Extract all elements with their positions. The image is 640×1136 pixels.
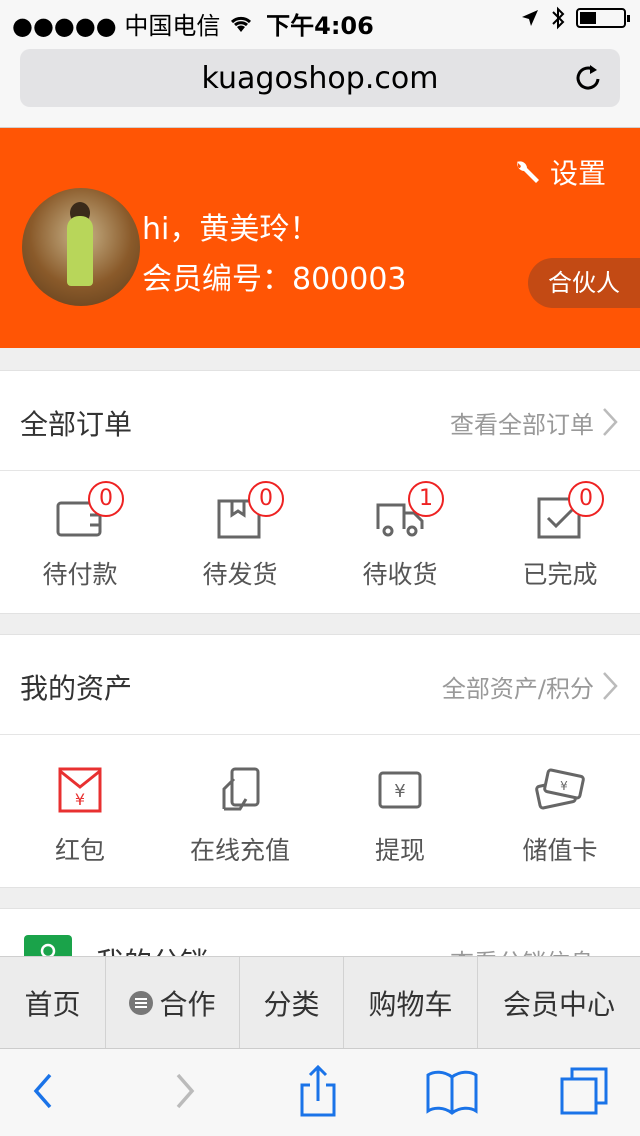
orders-section: 全部订单 查看全部订单 0 待付款 0 待发货 1 待收货 0 已完成 bbox=[0, 370, 640, 614]
tab-member-center[interactable]: 会员中心 bbox=[478, 957, 640, 1049]
orders-header[interactable]: 全部订单 查看全部订单 bbox=[0, 371, 640, 471]
tab-home[interactable]: 首页 bbox=[0, 957, 106, 1049]
orders-title: 全部订单 bbox=[20, 408, 133, 441]
share-icon[interactable] bbox=[288, 1061, 348, 1121]
red-envelope-icon: ¥ bbox=[58, 767, 102, 813]
site-tab-bar: 首页 合作 分类 购物车 会员中心 bbox=[0, 956, 640, 1049]
assets-section: 我的资产 全部资产/积分 ¥ 红包 在线充值 ¥ 提现 ¥ 储值卡 bbox=[0, 634, 640, 888]
order-status-label: 待发货 bbox=[202, 560, 278, 589]
chevron-right-icon bbox=[603, 408, 618, 436]
greeting: hi，黄美玲！ bbox=[142, 212, 320, 247]
member-number: 会员编号：800003 bbox=[142, 262, 407, 297]
order-completed[interactable]: 0 已完成 bbox=[480, 471, 640, 611]
bluetooth-icon bbox=[552, 6, 565, 30]
assets-header[interactable]: 我的资产 全部资产/积分 bbox=[0, 635, 640, 735]
asset-online-recharge[interactable]: 在线充值 bbox=[160, 735, 320, 887]
order-status-label: 待收货 bbox=[362, 560, 438, 589]
svg-text:¥: ¥ bbox=[75, 790, 85, 809]
address-bar[interactable]: kuagoshop.com bbox=[20, 49, 620, 107]
recharge-card-icon bbox=[222, 767, 260, 811]
chevron-right-icon bbox=[603, 672, 618, 700]
tab-cooperation[interactable]: 合作 bbox=[106, 957, 240, 1049]
status-bar: ●●●●● 中国电信 下午4:06 bbox=[0, 0, 640, 40]
order-count-badge: 0 bbox=[568, 481, 604, 517]
order-pending-shipment[interactable]: 0 待发货 bbox=[160, 471, 320, 611]
tab-label: 购物车 bbox=[368, 988, 453, 1021]
partner-badge[interactable]: 合伙人 bbox=[528, 258, 640, 308]
forward-icon[interactable] bbox=[156, 1061, 216, 1121]
stored-value-card-icon: ¥ bbox=[535, 768, 585, 810]
order-status-label: 待付款 bbox=[42, 560, 118, 589]
tabs-icon[interactable] bbox=[556, 1061, 616, 1121]
order-count-badge: 0 bbox=[248, 481, 284, 517]
status-icons bbox=[520, 6, 630, 30]
assets-title: 我的资产 bbox=[20, 672, 133, 705]
order-count-badge: 0 bbox=[88, 481, 124, 517]
url-text[interactable]: kuagoshop.com bbox=[20, 61, 620, 96]
tab-label: 合作 bbox=[159, 988, 216, 1021]
asset-label: 在线充值 bbox=[189, 836, 290, 865]
order-count-badge: 1 bbox=[408, 481, 444, 517]
location-arrow-icon bbox=[522, 10, 538, 26]
order-status-label: 已完成 bbox=[522, 560, 598, 589]
settings-label[interactable]: 设置 bbox=[550, 152, 606, 192]
tab-label: 分类 bbox=[263, 988, 320, 1021]
asset-stored-value-card[interactable]: ¥ 储值卡 bbox=[480, 735, 640, 887]
browser-toolbar bbox=[0, 1048, 640, 1136]
reload-icon[interactable] bbox=[574, 62, 604, 94]
settings-link[interactable]: 设置 bbox=[512, 152, 606, 192]
bookmarks-icon[interactable] bbox=[422, 1061, 482, 1121]
list-icon bbox=[129, 991, 154, 1015]
asset-label: 储值卡 bbox=[522, 836, 598, 865]
avatar[interactable] bbox=[22, 188, 140, 306]
back-icon[interactable] bbox=[14, 1061, 74, 1121]
battery-icon bbox=[576, 8, 630, 28]
svg-text:¥: ¥ bbox=[394, 781, 405, 802]
order-pending-payment[interactable]: 0 待付款 bbox=[0, 471, 160, 611]
svg-text:¥: ¥ bbox=[560, 779, 568, 793]
tab-cart[interactable]: 购物车 bbox=[344, 957, 478, 1049]
asset-withdraw[interactable]: ¥ 提现 bbox=[320, 735, 480, 887]
wrench-icon bbox=[516, 161, 539, 183]
browser-address-area: kuagoshop.com bbox=[0, 40, 640, 128]
cash-withdraw-icon: ¥ bbox=[378, 771, 422, 809]
asset-red-envelope[interactable]: ¥ 红包 bbox=[0, 735, 160, 887]
order-pending-receipt[interactable]: 1 待收货 bbox=[320, 471, 480, 611]
tab-label: 首页 bbox=[24, 988, 81, 1021]
tab-label: 会员中心 bbox=[502, 988, 615, 1021]
asset-label: 红包 bbox=[54, 836, 105, 865]
profile-header: 设置 hi，黄美玲！ 会员编号：800003 合伙人 bbox=[0, 128, 640, 348]
tab-category[interactable]: 分类 bbox=[240, 957, 344, 1049]
view-all-assets-link[interactable]: 全部资产/积分 bbox=[442, 669, 594, 704]
asset-label: 提现 bbox=[374, 836, 425, 865]
view-all-orders-link[interactable]: 查看全部订单 bbox=[450, 405, 594, 440]
